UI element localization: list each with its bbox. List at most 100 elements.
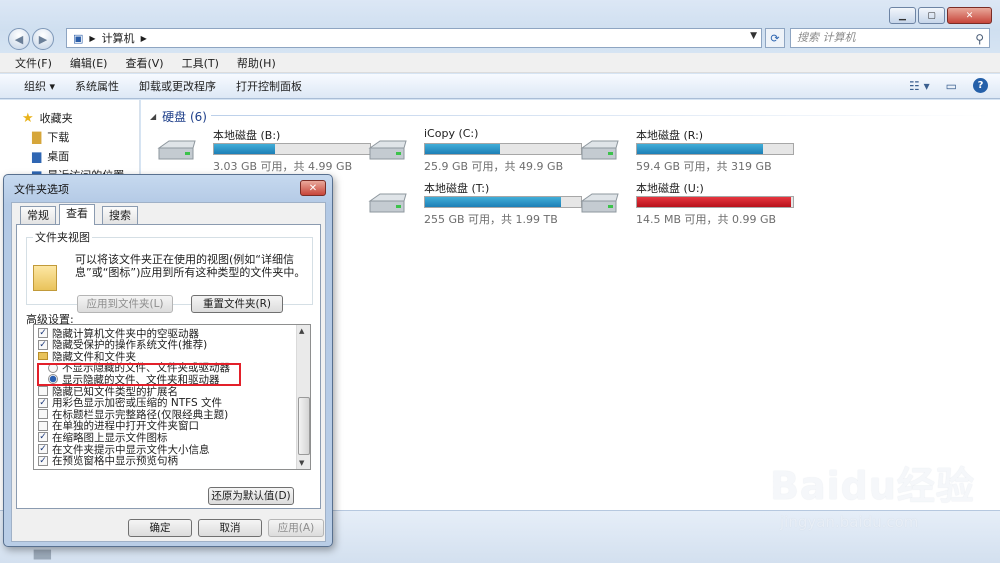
- scroll-up-icon[interactable]: ▲: [299, 327, 304, 335]
- drive-size: 59.4 GB 可用，共 319 GB: [636, 160, 772, 173]
- checkbox[interactable]: [38, 386, 48, 396]
- hard-drive-icon: [157, 140, 196, 160]
- window-controls: ▁ ▢ ✕: [889, 7, 992, 24]
- restore-defaults-button[interactable]: 还原为默认值(D): [208, 487, 294, 505]
- drives-group-header[interactable]: ◢ 硬盘 (6): [150, 108, 207, 125]
- nav-label: 桌面: [47, 150, 70, 163]
- reset-folders-button[interactable]: 重置文件夹(R): [191, 295, 283, 313]
- drive-usage-fill: [425, 144, 500, 154]
- drive-size: 25.9 GB 可用，共 49.9 GB: [424, 160, 564, 173]
- view-options-icon[interactable]: ☷ ▾: [909, 79, 930, 93]
- checkbox[interactable]: ✓: [38, 397, 48, 408]
- checkbox[interactable]: ✓: [38, 328, 48, 338]
- menu-bar: 文件(F) 编辑(E) 查看(V) 工具(T) 帮助(H): [0, 53, 1000, 73]
- preview-pane-icon[interactable]: ▭: [946, 79, 957, 93]
- nav-label: 下载: [47, 131, 70, 144]
- menu-file[interactable]: 文件(F): [6, 55, 61, 71]
- scroll-down-icon[interactable]: ▼: [299, 459, 304, 467]
- computer-icon: ▣: [73, 31, 84, 45]
- nav-desktop[interactable]: ▆ 桌面: [32, 148, 69, 164]
- view-tab-page: 文件夹视图 可以将该文件夹正在使用的视图(例如“详细信息”或“图标”)应用到所有…: [16, 224, 321, 509]
- collapse-icon: ◢: [150, 112, 157, 121]
- forward-button[interactable]: ▶: [32, 28, 54, 50]
- refresh-icon: ⟳: [770, 31, 780, 45]
- search-placeholder: 搜索 计算机: [797, 31, 856, 44]
- drive-size: 3.03 GB 可用，共 4.99 GB: [213, 160, 353, 173]
- menu-edit[interactable]: 编辑(E): [61, 55, 117, 71]
- apply-to-folders-button[interactable]: 应用到文件夹(L): [77, 295, 173, 313]
- drive-usage-bar: [424, 196, 582, 208]
- advanced-scrollbar[interactable]: ▲ ▼: [296, 325, 310, 469]
- hard-drive-icon: [368, 140, 407, 160]
- drive-usage-bar: [213, 143, 371, 155]
- menu-tools[interactable]: 工具(T): [173, 55, 228, 71]
- drive-usage-bar: [636, 196, 794, 208]
- address-bar[interactable]: ▣ ▶ 计算机 ▶ ▼: [66, 28, 762, 48]
- apply-button[interactable]: 应用(A): [268, 519, 324, 537]
- drive-item[interactable]: 本地磁盘 (U:) 14.5 MB 可用，共 0.99 GB: [578, 180, 794, 226]
- folder-view-group: 文件夹视图 可以将该文件夹正在使用的视图(例如“详细信息”或“图标”)应用到所有…: [26, 229, 313, 313]
- star-icon: ★: [22, 110, 34, 126]
- drive-usage-bar: [636, 143, 794, 155]
- checkbox[interactable]: ✓: [38, 339, 48, 350]
- cancel-button[interactable]: 取消: [198, 519, 262, 537]
- checkbox[interactable]: ✓: [38, 432, 48, 443]
- help-icon[interactable]: ?: [973, 78, 988, 93]
- tab-view[interactable]: 查看: [59, 204, 95, 225]
- watermark: Baidu经验 jingyan.baidu.com: [770, 455, 990, 555]
- back-button[interactable]: ◀: [8, 28, 30, 50]
- breadcrumb-separator-icon: ▶: [140, 33, 147, 43]
- drive-item[interactable]: 本地磁盘 (B:) 3.03 GB 可用，共 4.99 GB: [155, 127, 371, 173]
- close-button[interactable]: ✕: [947, 7, 992, 24]
- breadcrumb[interactable]: 计算机: [102, 30, 135, 46]
- address-dropdown-icon[interactable]: ▼: [750, 31, 757, 41]
- checkbox[interactable]: ✓: [38, 455, 48, 466]
- tab-general[interactable]: 常规: [20, 206, 56, 224]
- nav-label: 收藏夹: [39, 112, 73, 125]
- folder-view-legend: 文件夹视图: [35, 231, 90, 244]
- breadcrumb-separator-icon: ▶: [89, 33, 96, 43]
- drive-name: 本地磁盘 (R:): [636, 129, 704, 142]
- organize-button[interactable]: 组织 ▾: [14, 78, 65, 94]
- folder-view-description: 可以将该文件夹正在使用的视图(例如“详细信息”或“图标”)应用到所有这种类型的文…: [75, 253, 306, 279]
- tab-search[interactable]: 搜索: [102, 206, 138, 224]
- hard-drive-icon: [580, 193, 619, 213]
- menu-help[interactable]: 帮助(H): [228, 55, 285, 71]
- checkbox[interactable]: ✓: [38, 444, 48, 454]
- hard-drive-icon: [368, 193, 407, 213]
- radio-button[interactable]: [48, 362, 58, 373]
- minimize-button[interactable]: ▁: [889, 7, 916, 24]
- downloads-folder-icon: ▇: [32, 130, 42, 144]
- checkbox[interactable]: [38, 409, 48, 420]
- advanced-settings-list: ✓ 隐藏计算机文件夹中的空驱动器 ✓ 隐藏受保护的操作系统文件(推荐) 隐藏文件和文件夹…: [33, 324, 311, 470]
- dialog-title: 文件夹选项: [14, 183, 69, 196]
- drive-item[interactable]: 本地磁盘 (R:) 59.4 GB 可用，共 319 GB: [578, 127, 794, 173]
- open-control-panel-button[interactable]: 打开控制面板: [226, 78, 312, 94]
- watermark-url: jingyan.baidu.com: [780, 513, 919, 531]
- system-properties-button[interactable]: 系统属性: [65, 78, 129, 94]
- drive-item[interactable]: 本地磁盘 (T:) 255 GB 可用，共 1.99 TB: [366, 180, 582, 226]
- drive-usage-fill: [425, 197, 561, 207]
- folder-view-icon: [33, 265, 57, 291]
- uninstall-program-button[interactable]: 卸载或更改程序: [129, 78, 226, 94]
- ok-button[interactable]: 确定: [128, 519, 192, 537]
- desktop-icon: ▆: [32, 149, 42, 163]
- checkbox[interactable]: [38, 420, 48, 431]
- drive-usage-fill: [637, 197, 792, 207]
- setting-label: 在预览窗格中显示预览句柄: [52, 455, 178, 468]
- refresh-button[interactable]: ⟳: [765, 28, 785, 48]
- search-icon[interactable]: ⚲: [975, 30, 984, 48]
- drive-usage-fill: [214, 144, 275, 154]
- nav-favorites[interactable]: ★ 收藏夹: [22, 110, 73, 126]
- nav-downloads[interactable]: ▇ 下载: [32, 129, 69, 145]
- scroll-thumb[interactable]: [298, 397, 310, 455]
- drive-usage-bar: [424, 143, 582, 155]
- dialog-close-button[interactable]: ✕: [300, 180, 326, 196]
- dialog-body: 常规 查看 搜索 文件夹视图 可以将该文件夹正在使用的视图(例如“详细信息”或“…: [11, 202, 326, 542]
- setting-option[interactable]: ✓ 在预览窗格中显示预览句柄: [38, 455, 178, 467]
- menu-view[interactable]: 查看(V): [116, 55, 172, 71]
- search-input[interactable]: 搜索 计算机 ⚲: [790, 28, 990, 48]
- drive-item[interactable]: iCopy (C:) 25.9 GB 可用，共 49.9 GB: [366, 127, 582, 173]
- group-title: 硬盘 (6): [162, 110, 207, 124]
- maximize-button[interactable]: ▢: [918, 7, 945, 24]
